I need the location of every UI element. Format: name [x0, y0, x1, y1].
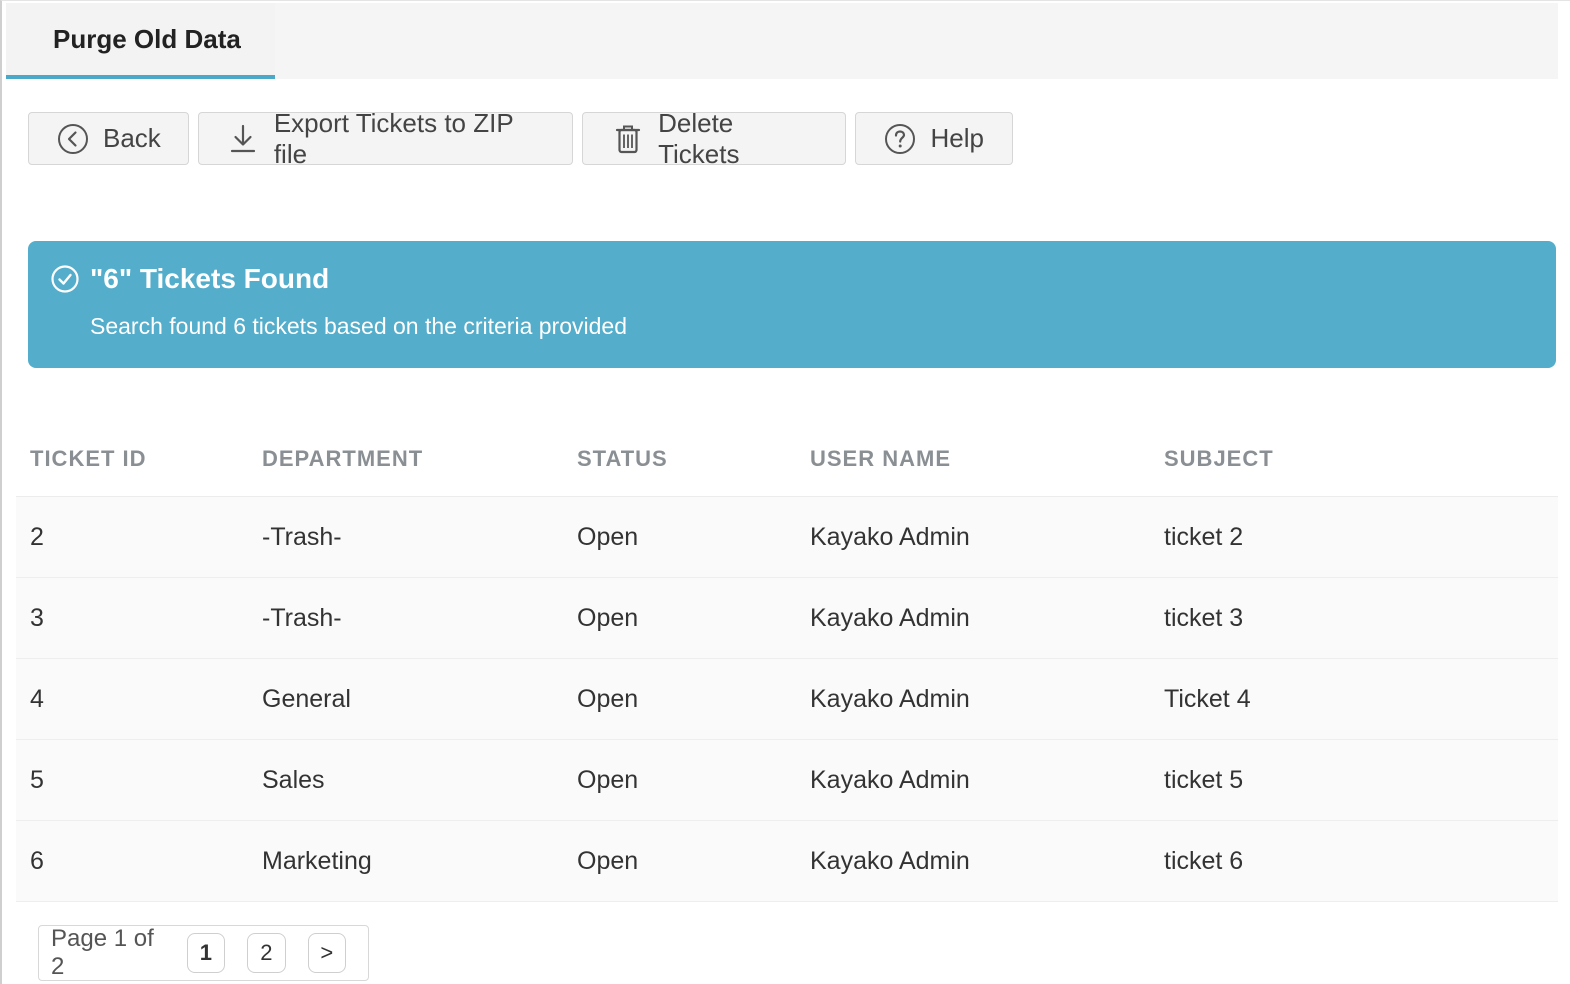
- download-icon: [227, 122, 260, 156]
- cell-ticket-id: 3: [30, 603, 44, 632]
- back-button-label: Back: [103, 123, 161, 153]
- cell-ticket-id: 4: [30, 684, 44, 713]
- pagination: Page 1 of 2 1 2 >: [38, 925, 369, 981]
- tickets-table: TICKET ID DEPARTMENT STATUS USER NAME SU…: [16, 421, 1558, 902]
- cell-user-name: Kayako Admin: [810, 846, 970, 875]
- cell-department: Sales: [262, 765, 325, 794]
- cell-subject: ticket 6: [1164, 846, 1244, 875]
- check-circle-icon: [50, 264, 80, 294]
- table-row[interactable]: 5 Sales Open Kayako Admin ticket 5: [16, 740, 1558, 821]
- chevron-left-circle-icon: [57, 122, 89, 156]
- alert-title-row: "6" Tickets Found: [50, 263, 329, 295]
- page-frame: Purge Old Data Back Export Tickets to ZI…: [0, 0, 1570, 984]
- table-row[interactable]: 4 General Open Kayako Admin Ticket 4: [16, 659, 1558, 740]
- cell-subject: ticket 3: [1164, 603, 1244, 632]
- column-header-subject[interactable]: SUBJECT: [1164, 446, 1274, 472]
- toolbar: Back Export Tickets to ZIP file Delete T…: [28, 108, 1013, 169]
- cell-ticket-id: 5: [30, 765, 44, 794]
- cell-ticket-id: 2: [30, 522, 44, 551]
- cell-status: Open: [577, 603, 639, 632]
- cell-subject: ticket 5: [1164, 765, 1244, 794]
- cell-status: Open: [577, 846, 639, 875]
- cell-status: Open: [577, 765, 639, 794]
- page-1-button[interactable]: 1: [186, 933, 226, 973]
- help-button-label: Help: [930, 123, 984, 153]
- alert-message: Search found 6 tickets based on the crit…: [90, 313, 627, 339]
- question-circle-icon: [884, 122, 917, 156]
- trash-icon: [611, 122, 644, 156]
- column-header-user-name[interactable]: USER NAME: [810, 446, 951, 472]
- cell-department: General: [262, 684, 351, 713]
- alert-title: "6" Tickets Found: [90, 263, 330, 294]
- column-header-status[interactable]: STATUS: [577, 446, 668, 472]
- table-header: TICKET ID DEPARTMENT STATUS USER NAME SU…: [16, 421, 1558, 497]
- table-row[interactable]: 3 -Trash- Open Kayako Admin ticket 3: [16, 578, 1558, 659]
- export-button-label: Export Tickets to ZIP file: [273, 107, 514, 169]
- cell-subject: ticket 2: [1164, 522, 1244, 551]
- cell-user-name: Kayako Admin: [810, 522, 970, 551]
- tab-bar: Purge Old Data: [6, 3, 1558, 79]
- table-row[interactable]: 6 Marketing Open Kayako Admin ticket 6: [16, 821, 1558, 902]
- back-button[interactable]: Back: [28, 112, 189, 165]
- cell-user-name: Kayako Admin: [810, 603, 970, 632]
- help-button[interactable]: Help: [855, 112, 1013, 165]
- cell-status: Open: [577, 522, 639, 551]
- column-header-department[interactable]: DEPARTMENT: [262, 446, 423, 472]
- cell-department: Marketing: [262, 846, 372, 875]
- export-tickets-button[interactable]: Export Tickets to ZIP file: [198, 108, 573, 169]
- page-2-button[interactable]: 2: [247, 933, 286, 973]
- cell-subject: Ticket 4: [1164, 684, 1251, 713]
- cell-department: -Trash-: [262, 522, 342, 551]
- column-header-ticket-id[interactable]: TICKET ID: [30, 446, 147, 472]
- tickets-found-alert: "6" Tickets Found Search found 6 tickets…: [28, 241, 1556, 368]
- next-page-button[interactable]: >: [307, 933, 347, 973]
- cell-department: -Trash-: [262, 603, 342, 632]
- delete-tickets-button[interactable]: Delete Tickets: [582, 108, 846, 169]
- cell-ticket-id: 6: [30, 846, 44, 875]
- table-row[interactable]: 2 -Trash- Open Kayako Admin ticket 2: [16, 497, 1558, 578]
- delete-button-label: Delete Tickets: [658, 107, 740, 169]
- pagination-label: Page 1 of 2: [51, 925, 154, 980]
- cell-user-name: Kayako Admin: [810, 765, 970, 794]
- cell-status: Open: [577, 684, 639, 713]
- tab-purge-old-data[interactable]: Purge Old Data: [6, 3, 275, 79]
- cell-user-name: Kayako Admin: [810, 684, 970, 713]
